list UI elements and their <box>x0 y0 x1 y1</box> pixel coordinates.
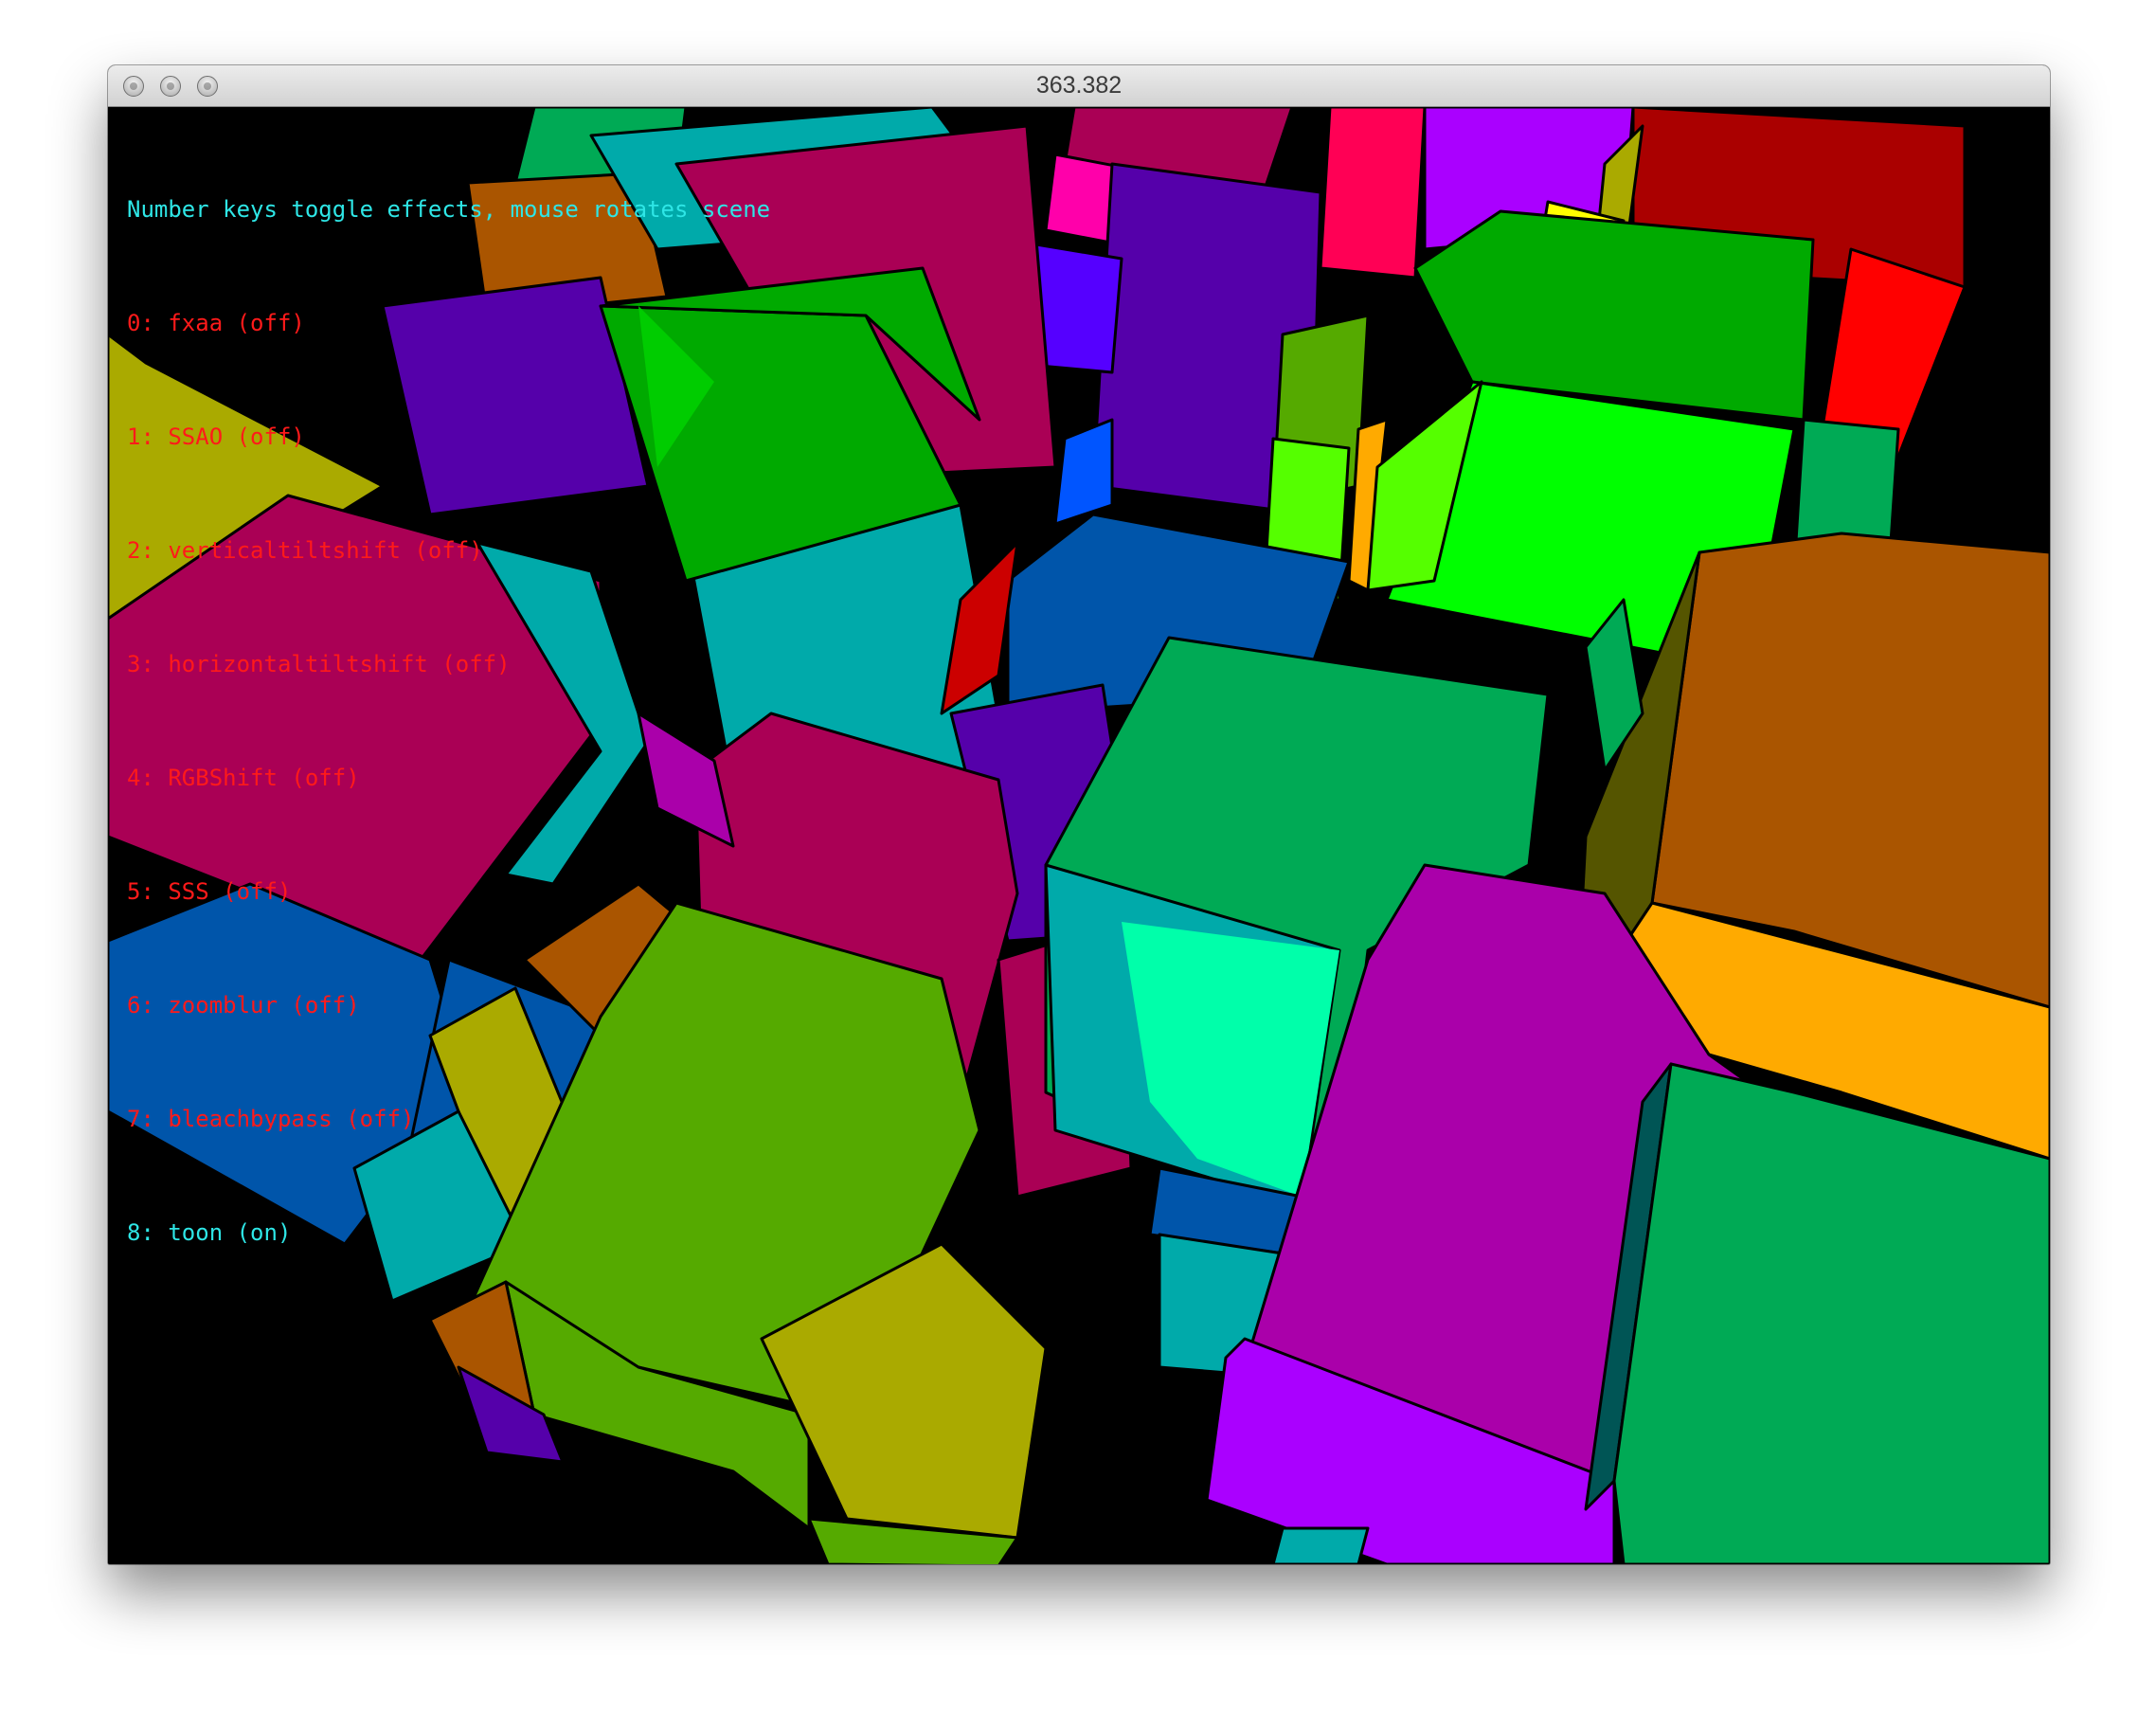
effect-toggle-sss: 5: SSS (off) <box>127 878 292 905</box>
effects-overlay: Number keys toggle effects, mouse rotate… <box>127 115 770 1327</box>
effect-toggle-zoomblur: 6: zoomblur (off) <box>127 992 360 1019</box>
effect-toggle-ssao: 1: SSAO (off) <box>127 424 305 450</box>
effect-toggle-horizontaltiltshift: 3: horizontaltiltshift (off) <box>127 651 511 677</box>
app-window: 363.382 Number keys toggle effects, mous… <box>108 65 2050 1564</box>
instructions-text: Number keys toggle effects, mouse rotate… <box>127 196 771 223</box>
effect-toggle-verticaltiltshift: 2: verticaltiltshift (off) <box>127 537 483 564</box>
effect-toggle-fxaa: 0: fxaa (off) <box>127 310 305 336</box>
3d-scene-canvas[interactable]: Number keys toggle effects, mouse rotate… <box>108 107 2050 1564</box>
effect-toggle-rgbshift: 4: RGBShift (off) <box>127 765 360 791</box>
scene-box <box>1271 1526 1370 1564</box>
effect-toggle-bleachbypass: 7: bleachbypass (off) <box>127 1106 415 1132</box>
title-bar[interactable]: 363.382 <box>108 65 2050 107</box>
effect-toggle-toon: 8: toon (on) <box>127 1219 292 1246</box>
scene-box <box>1319 107 1427 279</box>
window-title: 363.382 <box>1035 72 1123 99</box>
